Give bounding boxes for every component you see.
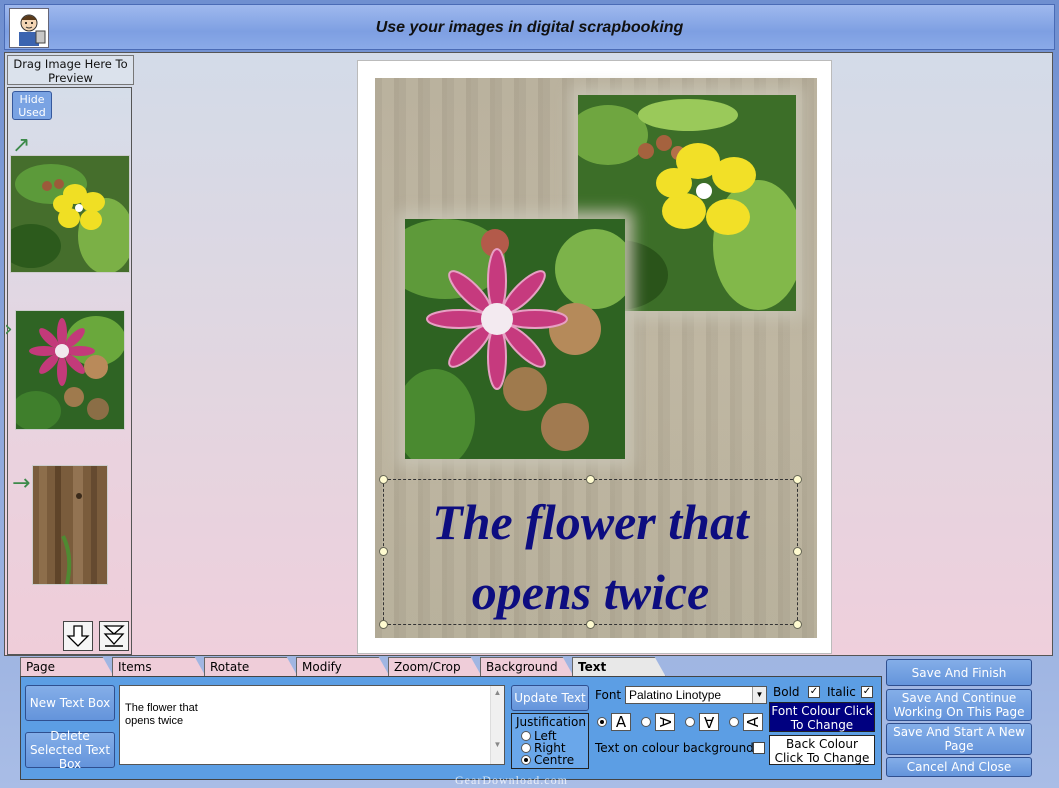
bold-checkbox[interactable]: ✓ (808, 686, 820, 698)
window-title: Use your images in digital scrapbooking (375, 19, 684, 36)
font-select[interactable]: Palatino Linotype ▼ (625, 686, 767, 704)
back-colour-button[interactable]: Back Colour Click To Change (769, 735, 875, 765)
update-text-button[interactable]: Update Text (511, 685, 589, 711)
text-on-colour-label: Text on colour background (595, 741, 754, 755)
title-bar: Use your images in digital scrapbooking (4, 4, 1055, 50)
workspace: Drag Image Here To Preview Hide Used ↗ ›… (1, 52, 1053, 656)
tab-items[interactable]: Items (112, 657, 206, 677)
image-sidebar[interactable]: Hide Used ↗ › → (1, 87, 134, 655)
preview-drop-zone[interactable]: Drag Image Here To Preview (7, 55, 134, 85)
resize-handle[interactable] (379, 475, 388, 484)
justify-right-radio[interactable] (521, 743, 531, 753)
italic-checkbox[interactable]: ✓ (861, 686, 873, 698)
text-input-value: The flower that opens twice (125, 702, 198, 727)
italic-label: Italic (827, 685, 856, 699)
arrow-down-icon (66, 625, 90, 647)
font-colour-button[interactable]: Font Colour Click To Change (769, 702, 875, 732)
text-rotate-left-icon[interactable]: A (743, 713, 763, 731)
bold-label: Bold (773, 685, 800, 699)
thumbnail-pink-flower[interactable] (11, 310, 126, 431)
tab-bar: Page Items Rotate Modify Zoom/Crop Backg… (20, 657, 700, 677)
new-text-box-button[interactable]: New Text Box (25, 685, 115, 721)
tab-zoom-crop[interactable]: Zoom/Crop (388, 657, 482, 677)
scroll-down-button[interactable] (63, 621, 93, 651)
save-and-finish-button[interactable]: Save And Finish (886, 659, 1032, 686)
justify-centre-option[interactable]: Centre (521, 753, 574, 767)
resize-handle[interactable] (586, 475, 595, 484)
justify-centre-radio[interactable] (521, 755, 531, 765)
text-style-rotate-left-radio[interactable] (729, 717, 739, 727)
text-input[interactable]: The flower that opens twice ▲ ▼ (119, 685, 505, 765)
text-style-normal-radio[interactable] (597, 717, 607, 727)
text-panel: New Text Box Delete Selected Text Box Th… (20, 676, 882, 780)
used-marker-icon: → (12, 471, 31, 496)
scroll-to-bottom-button[interactable] (99, 621, 129, 651)
page-text-box[interactable]: The flower that opens twice (383, 487, 798, 627)
tab-text[interactable]: Text (572, 657, 666, 677)
cancel-and-close-button[interactable]: Cancel And Close (886, 757, 1032, 777)
save-and-continue-button[interactable]: Save And Continue Working On This Page (886, 689, 1032, 721)
text-upside-down-icon[interactable]: A (699, 713, 719, 731)
photo-pink-flower[interactable] (405, 219, 625, 459)
font-label: Font (595, 688, 622, 702)
text-style-rotate-right-radio[interactable] (641, 717, 651, 727)
chevron-down-icon[interactable]: ▼ (752, 687, 766, 703)
text-input-scrollbar[interactable]: ▲ ▼ (490, 686, 504, 764)
justify-left-radio[interactable] (521, 731, 531, 741)
tab-modify[interactable]: Modify (296, 657, 390, 677)
text-rotate-right-icon[interactable]: A (655, 713, 675, 731)
tab-page[interactable]: Page (20, 657, 114, 677)
justification-group: Justification Left Right Centre (511, 713, 589, 769)
double-arrow-down-icon (103, 625, 125, 647)
scrapbook-page[interactable]: The flower that opens twice (357, 60, 832, 654)
font-select-value: Palatino Linotype (629, 688, 722, 702)
used-marker-icon: ↗ (12, 133, 31, 158)
justification-title: Justification (516, 715, 586, 729)
used-marker-icon: › (4, 317, 13, 342)
justify-centre-label: Centre (534, 753, 575, 767)
delete-text-box-button[interactable]: Delete Selected Text Box (25, 729, 115, 771)
text-on-colour-checkbox[interactable] (753, 742, 765, 754)
tab-background[interactable]: Background (480, 657, 574, 677)
save-and-new-page-button[interactable]: Save And Start A New Page (886, 723, 1032, 755)
watermark: GearDownload.com (455, 773, 568, 787)
thumbnail-yellow-flower[interactable] (1, 155, 134, 274)
tab-rotate[interactable]: Rotate (204, 657, 298, 677)
thumbnail-bark[interactable] (32, 465, 108, 585)
text-style-upside-down-radio[interactable] (685, 717, 695, 727)
text-normal-icon[interactable]: A (611, 713, 631, 731)
hide-used-button[interactable]: Hide Used (12, 91, 52, 120)
resize-handle[interactable] (793, 475, 802, 484)
